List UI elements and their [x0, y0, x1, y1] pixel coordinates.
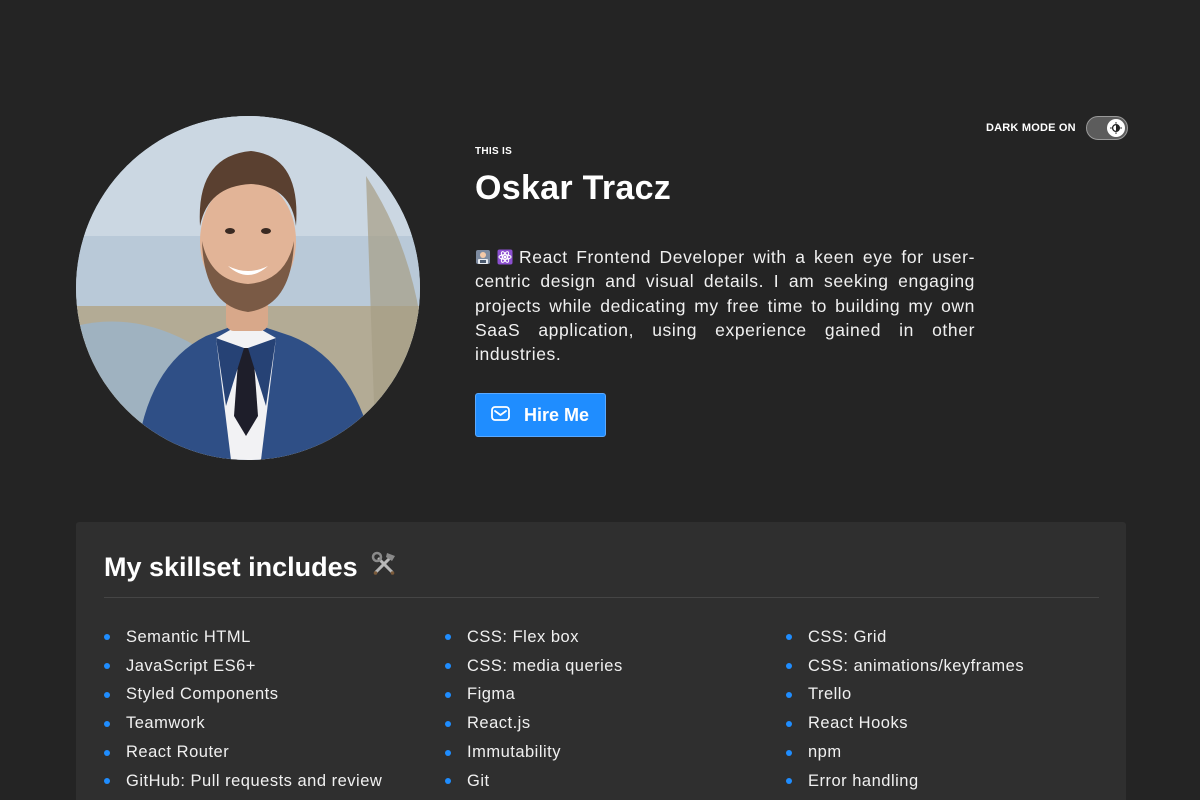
hero-section: THIS IS Oskar Tracz React Frontend Devel…: [475, 146, 975, 438]
portfolio-page: DARK MODE ON THIS IS Oskar Tracz React F…: [0, 0, 1200, 800]
skill-item: CSS: Grid: [786, 623, 1106, 652]
skill-item: Trello: [786, 681, 1106, 710]
bullet-icon: [104, 663, 110, 670]
man-technologist-emoji-icon: [475, 247, 493, 264]
skill-item: Git: [445, 767, 786, 796]
skill-label: Semantic HTML: [126, 627, 251, 646]
skill-label: GitHub: Pull requests and review: [126, 771, 383, 790]
bullet-icon: [104, 691, 110, 698]
bullet-icon: [445, 691, 451, 698]
bullet-icon: [786, 778, 792, 785]
skill-label: npm: [808, 743, 842, 762]
skill-item: CSS: animations/keyframes: [786, 652, 1106, 681]
skill-item: CSS: media queries: [445, 652, 786, 681]
hire-me-label: Hire Me: [524, 404, 590, 425]
skill-item: JavaScript ES6+: [104, 652, 445, 681]
skill-item: Teamwork: [104, 709, 445, 738]
bullet-icon: [445, 720, 451, 727]
skill-item: npm: [786, 738, 1106, 767]
bullet-icon: [445, 634, 451, 641]
skill-item: React.js: [445, 709, 786, 738]
skills-card: My skillset includes Semantic HTML CSS: …: [76, 522, 1126, 800]
skills-list: Semantic HTML CSS: Flex box CSS: Grid Ja…: [104, 623, 1106, 796]
bullet-icon: [786, 634, 792, 641]
bullet-icon: [445, 749, 451, 756]
bullet-icon: [104, 720, 110, 727]
hero-eyebrow: THIS IS: [475, 146, 513, 157]
bullet-icon: [445, 663, 451, 670]
skills-divider: [104, 597, 1099, 598]
hire-me-button[interactable]: Hire Me: [475, 393, 607, 438]
skill-label: Trello: [808, 685, 852, 704]
skill-label: Styled Components: [126, 685, 279, 704]
bullet-icon: [786, 720, 792, 727]
skill-item: CSS: Flex box: [445, 623, 786, 652]
skill-label: Error handling: [808, 771, 919, 790]
bullet-icon: [786, 691, 792, 698]
skill-item: Error handling: [786, 767, 1106, 796]
hero-bio-text: React Frontend Developer with a keen eye…: [475, 247, 975, 365]
bullet-icon: [786, 749, 792, 756]
mail-icon: [491, 405, 510, 426]
skill-item: Figma: [445, 681, 786, 710]
profile-photo: [76, 116, 420, 460]
dark-mode-label: DARK MODE ON: [986, 122, 1076, 134]
bullet-icon: [104, 749, 110, 756]
skill-label: React Router: [126, 743, 230, 762]
skill-label: React.js: [467, 714, 531, 733]
dark-mode-switch[interactable]: [1085, 116, 1128, 140]
hero-name: Oskar Tracz: [475, 169, 672, 207]
bullet-icon: [786, 663, 792, 670]
bullet-icon: [104, 634, 110, 641]
hero-bio: React Frontend Developer with a keen eye…: [475, 245, 975, 366]
bullet-icon: [104, 778, 110, 785]
skill-item: React Router: [104, 738, 445, 767]
skill-item: GitHub: Pull requests and review: [104, 767, 445, 796]
skill-item: React Hooks: [786, 709, 1106, 738]
atom-emoji-icon: [497, 247, 515, 265]
skill-label: Figma: [467, 685, 516, 704]
skill-label: CSS: animations/keyframes: [808, 656, 1025, 675]
skill-label: Git: [467, 771, 490, 790]
skill-item: Semantic HTML: [104, 623, 445, 652]
skill-item: Immutability: [445, 738, 786, 767]
skill-label: CSS: Grid: [808, 627, 887, 646]
skill-label: JavaScript ES6+: [126, 656, 256, 675]
skills-title: My skillset includes: [104, 552, 358, 582]
skill-label: Teamwork: [126, 714, 206, 733]
skill-label: CSS: Flex box: [467, 627, 579, 646]
skill-label: Immutability: [467, 743, 562, 762]
skills-heading: My skillset includes: [104, 550, 398, 585]
hammer-and-wrench-icon: [370, 550, 398, 585]
moon-sun-icon: [1106, 119, 1125, 137]
dark-mode-toggle[interactable]: DARK MODE ON: [986, 116, 1128, 140]
bullet-icon: [445, 778, 451, 785]
skill-label: CSS: media queries: [467, 656, 623, 675]
skill-item: Styled Components: [104, 681, 445, 710]
skill-label: React Hooks: [808, 714, 908, 733]
